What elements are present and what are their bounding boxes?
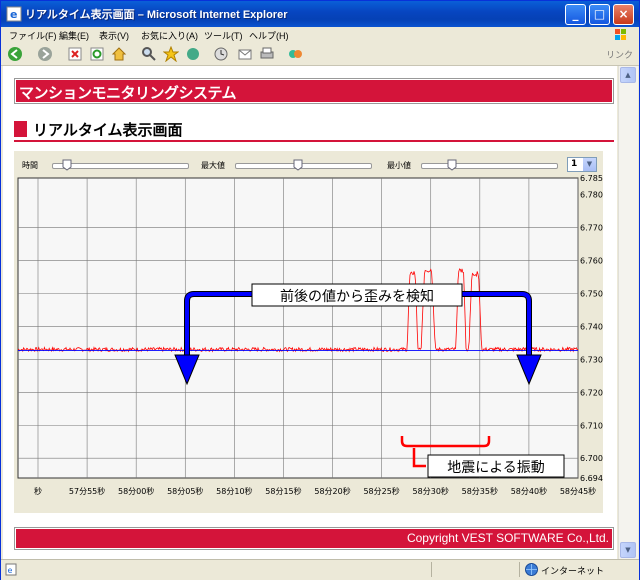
menu-favorites[interactable]: お気に入り(A) bbox=[141, 29, 198, 42]
system-banner: マンションモニタリングシステム bbox=[14, 78, 614, 104]
x-tick-label: 58分45秒 bbox=[560, 486, 596, 496]
page-title: リアルタイム表示画面 bbox=[33, 121, 183, 139]
monitor-panel: 時間 最大値 最小値 1 ▼ 前後の値から歪みを検知 地震による振動 秒 57分55… bbox=[14, 151, 603, 513]
x-tick-label: 57分55秒 bbox=[69, 486, 105, 496]
realtime-chart: 前後の値から歪みを検知地震による振動 秒 57分55秒 58分00秒 58分05秒 58… bbox=[17, 174, 603, 496]
plot-area bbox=[17, 177, 579, 479]
y-tick-label: 6.740 bbox=[580, 322, 603, 331]
favorites-icon[interactable] bbox=[163, 46, 179, 62]
refresh-icon[interactable] bbox=[89, 46, 105, 62]
windows-logo-icon bbox=[615, 29, 626, 40]
security-zone: インターネット bbox=[541, 566, 605, 576]
x-tick-label: 58分20秒 bbox=[314, 486, 350, 496]
heading-marker bbox=[14, 121, 27, 137]
browser-window: e リアルタイム表示画面 – Microsoft Internet Explor… bbox=[0, 0, 640, 580]
y-tick-label: 6.750 bbox=[580, 289, 603, 298]
vertical-scrollbar[interactable]: ▲ ▼ bbox=[618, 66, 638, 559]
copyright-footer: Copyright VEST SOFTWARE Co.,Ltd. bbox=[14, 527, 614, 550]
x-tick-label: 58分00秒 bbox=[118, 486, 154, 496]
banner-title: マンションモニタリングシステム bbox=[19, 84, 237, 102]
y-tick-label: 6.720 bbox=[580, 388, 603, 397]
x-tick-label: 58分30秒 bbox=[413, 486, 449, 496]
menu-bar: ファイル(F) 編集(E) 表示(V) お気に入り(A) ツール(T) ヘルプ(… bbox=[1, 27, 639, 44]
back-icon[interactable] bbox=[7, 46, 23, 62]
media-icon[interactable] bbox=[185, 46, 201, 62]
history-icon[interactable] bbox=[213, 46, 229, 62]
y-tick-label: 6.730 bbox=[580, 355, 603, 364]
window-title: リアルタイム表示画面 – Microsoft Internet Explorer bbox=[25, 9, 288, 21]
print-icon[interactable] bbox=[259, 46, 275, 62]
x-tick-label: 58分15秒 bbox=[265, 486, 301, 496]
menu-view[interactable]: 表示(V) bbox=[99, 29, 129, 42]
x-tick-label: 58分10秒 bbox=[216, 486, 252, 496]
page-content: マンションモニタリングシステム リアルタイム表示画面 時間 最大値 最小値 1 … bbox=[3, 66, 617, 559]
toolbar: リンク bbox=[1, 43, 639, 66]
x-tick-label: 58分40秒 bbox=[511, 486, 547, 496]
x-tick-label: 58分25秒 bbox=[363, 486, 399, 496]
status-divider bbox=[519, 562, 520, 577]
menu-tools[interactable]: ツール(T) bbox=[204, 29, 243, 42]
page-heading: リアルタイム表示画面 bbox=[14, 118, 614, 142]
search-icon[interactable] bbox=[141, 46, 157, 62]
mail-icon[interactable] bbox=[237, 46, 253, 62]
status-divider bbox=[431, 562, 432, 577]
close-button[interactable]: × bbox=[613, 4, 634, 25]
ie-icon: e bbox=[6, 6, 22, 22]
y-tick-label: 6.760 bbox=[580, 256, 603, 265]
menu-edit[interactable]: 編集(E) bbox=[59, 29, 89, 42]
y-tick-label: 6.694 bbox=[580, 474, 603, 483]
page-icon: e bbox=[5, 563, 17, 576]
y-tick-label: 6.785 bbox=[580, 174, 603, 183]
menu-file[interactable]: ファイル(F) bbox=[9, 29, 57, 42]
title-bar[interactable]: e リアルタイム表示画面 – Microsoft Internet Explor… bbox=[1, 1, 639, 27]
y-tick-label: 6.770 bbox=[580, 223, 603, 232]
copyright-text: Copyright VEST SOFTWARE Co.,Ltd. bbox=[406, 531, 609, 545]
globe-icon bbox=[525, 563, 538, 576]
menu-help[interactable]: ヘルプ(H) bbox=[249, 29, 289, 42]
y-tick-label: 6.710 bbox=[580, 421, 603, 430]
y-tick-label: 6.700 bbox=[580, 454, 603, 463]
svg-text:e: e bbox=[10, 8, 17, 21]
scroll-down-icon[interactable]: ▼ bbox=[620, 542, 636, 558]
forward-icon[interactable] bbox=[37, 46, 53, 62]
svg-text:e: e bbox=[8, 566, 13, 575]
vibration-callout-text: 地震による振動 bbox=[447, 460, 545, 476]
scroll-up-icon[interactable]: ▲ bbox=[620, 67, 636, 83]
status-bar: e インターネット bbox=[1, 559, 639, 580]
links-label[interactable]: リンク bbox=[606, 48, 633, 61]
stop-icon[interactable] bbox=[67, 46, 83, 62]
messenger-icon[interactable] bbox=[287, 46, 303, 62]
x-tick-label: 秒 bbox=[34, 486, 42, 496]
x-tick-label: 58分35秒 bbox=[462, 486, 498, 496]
home-icon[interactable] bbox=[111, 46, 127, 62]
maximize-button[interactable]: □ bbox=[589, 4, 610, 25]
x-tick-label: 58分05秒 bbox=[167, 486, 203, 496]
minimize-button[interactable]: _ bbox=[565, 4, 586, 25]
y-tick-label: 6.780 bbox=[580, 190, 603, 199]
detect-callout-text: 前後の値から歪みを検知 bbox=[280, 288, 434, 305]
